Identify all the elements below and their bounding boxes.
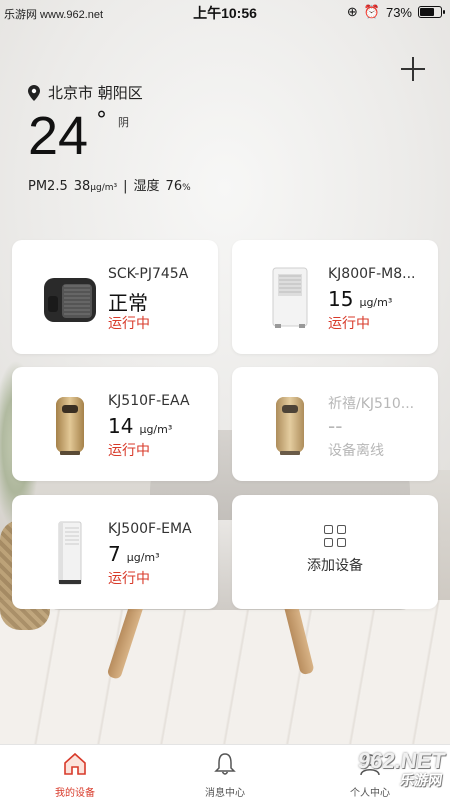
watermark-bottom: 962.NET 乐游网 (356, 748, 447, 788)
device-status: 运行中 (108, 316, 150, 332)
device-card[interactable]: KJ800F-M8... 15 μg/m³ 运行中 (232, 240, 438, 354)
device-image (38, 521, 102, 585)
device-image (38, 266, 102, 330)
location-pin-icon (28, 84, 40, 101)
nav-label: 我的设备 (55, 788, 95, 799)
device-status: 运行中 (328, 316, 370, 332)
add-device-card[interactable]: 添加设备 (232, 495, 438, 609)
device-reading: 7 μg/m³ (108, 542, 160, 566)
location-text: 北京市 朝阳区 (48, 84, 143, 102)
weather-condition: 阴 (118, 116, 129, 129)
device-card[interactable]: KJ500F-EMA 7 μg/m³ 运行中 (12, 495, 218, 609)
device-status: 运行中 (108, 571, 150, 587)
status-bar: 乐游网 www.962.net 上午10:56 ⊕ ⏰ 73% (0, 0, 450, 24)
bell-icon (214, 753, 236, 775)
device-model: KJ500F-EMA (108, 521, 192, 537)
nav-my-devices[interactable]: 我的设备 (35, 751, 115, 799)
separator: | (123, 179, 128, 194)
alarm-icon: ⏰ (363, 4, 380, 19)
humidity-label: 湿度 (133, 179, 160, 194)
device-status: 设备离线 (328, 443, 384, 459)
humidity-value: 76% (165, 179, 191, 194)
temperature: 24 (28, 106, 89, 166)
device-card[interactable]: 祈禧/KJ510... -- 设备离线 (232, 367, 438, 481)
nav-label: 消息中心 (205, 788, 245, 799)
device-image (258, 393, 322, 457)
device-model: SCK-PJ745A (108, 266, 189, 282)
device-reading: 14 μg/m³ (108, 414, 173, 438)
grid-icon (324, 525, 346, 547)
location[interactable]: 北京市 朝阳区 (28, 82, 143, 103)
device-model: KJ510F-EAA (108, 393, 190, 409)
add-device-label: 添加设备 (307, 558, 363, 574)
pm-value: 38μg/m³ (73, 179, 118, 194)
device-card[interactable]: KJ510F-EAA 14 μg/m³ 运行中 (12, 367, 218, 481)
air-quality: PM2.5 38μg/m³ | 湿度 76% (28, 175, 191, 194)
rotation-lock-icon: ⊕ (346, 4, 358, 19)
battery-icon (418, 6, 445, 18)
device-card[interactable]: SCK-PJ745A 正常 运行中 (12, 240, 218, 354)
pm-label: PM2.5 (28, 179, 68, 194)
nav-message-center[interactable]: 消息中心 (185, 751, 265, 799)
device-reading: -- (328, 414, 343, 438)
battery-percent: 73% (385, 4, 412, 20)
device-status: 运行中 (108, 443, 150, 459)
device-reading: 15 μg/m³ (328, 287, 393, 311)
device-model: 祈禧/KJ510... (328, 396, 415, 412)
home-icon (64, 752, 86, 775)
status-icons: ⊕ ⏰ 73% (346, 4, 445, 20)
device-reading: 正常 (108, 291, 148, 315)
device-image (258, 266, 322, 330)
degree-symbol: ° (96, 108, 107, 133)
device-model: KJ800F-M8... (328, 266, 416, 282)
device-image (38, 393, 102, 457)
add-button[interactable] (400, 56, 426, 82)
